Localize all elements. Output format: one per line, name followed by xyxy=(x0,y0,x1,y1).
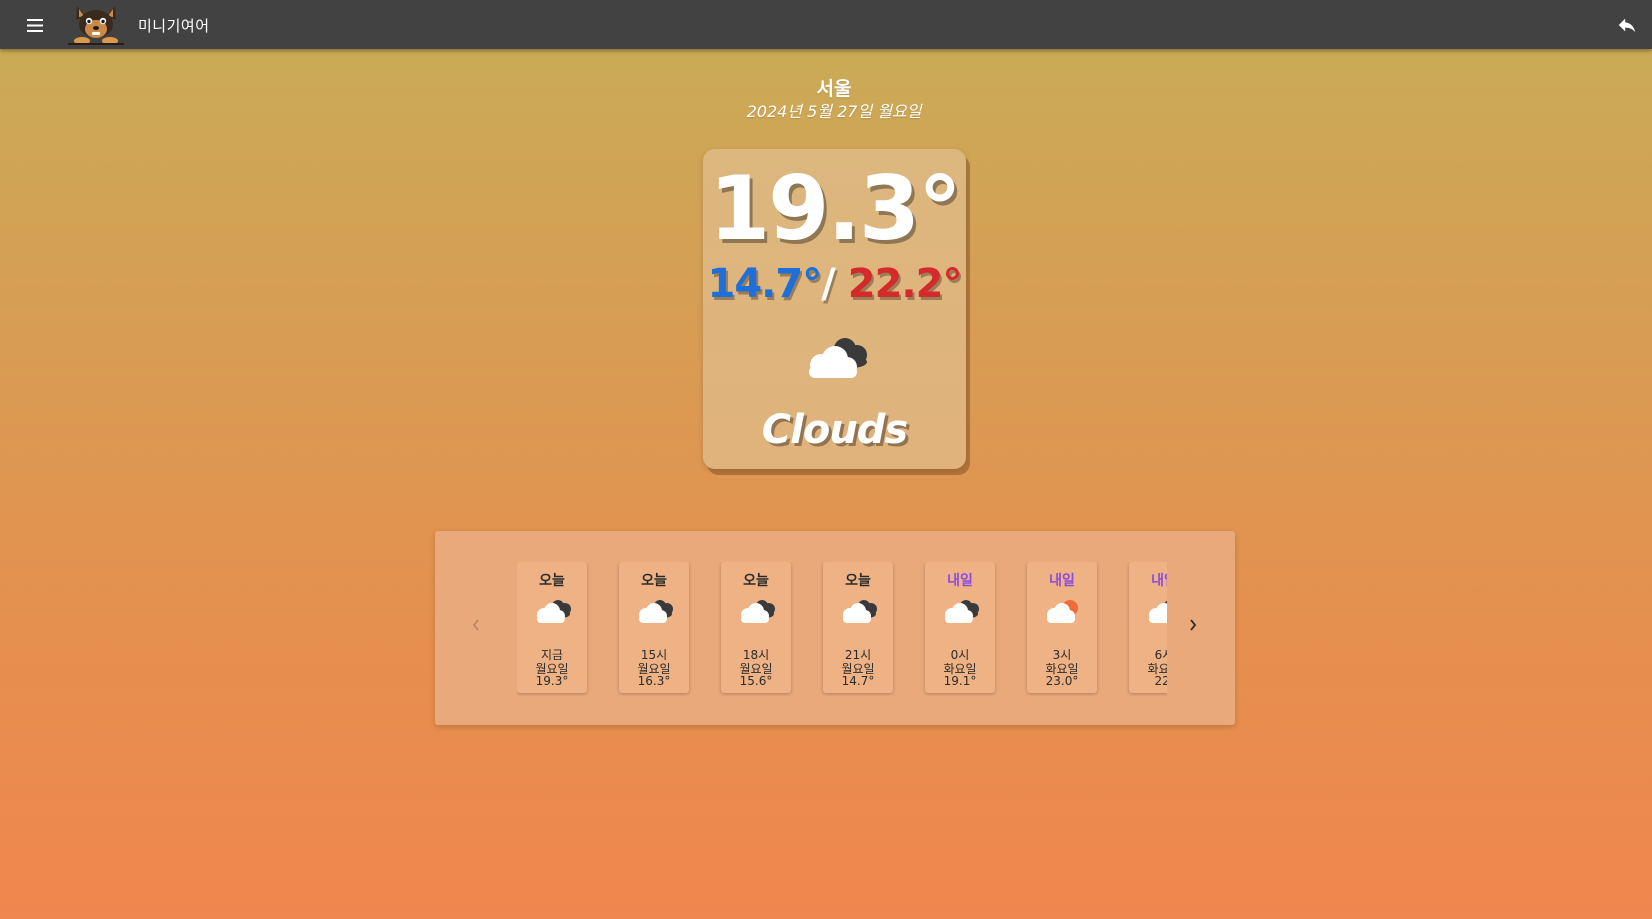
min-temperature: 14.7° xyxy=(707,261,823,307)
forecast-day: 오늘 xyxy=(641,573,667,589)
forecast-item[interactable]: 오늘 18시 월요일 15.6° xyxy=(721,562,791,693)
min-max-temperature: 14.7°/ 22.2° xyxy=(703,261,966,307)
app-title: 미니기여어 xyxy=(138,17,210,35)
temp-separator: / xyxy=(821,261,836,307)
current-date: 2024년 5월 27일 월요일 xyxy=(746,102,922,121)
partly-sunny-icon xyxy=(1047,600,1078,623)
weather-condition: Clouds xyxy=(761,407,908,453)
forecast-item[interactable]: 오늘 15시 월요일 16.3° xyxy=(619,562,689,693)
forecast-temperature: 22. xyxy=(1154,674,1167,688)
clouds-icon xyxy=(741,600,775,623)
forecast-temperature: 14.7° xyxy=(841,674,875,688)
city-name: 서울 xyxy=(816,78,852,100)
current-weather-card: 19.3° 14.7°/ 22.2° Clouds xyxy=(703,149,966,469)
clouds-icon xyxy=(809,338,867,378)
forecast-day: 오늘 xyxy=(845,573,871,589)
menu-button[interactable] xyxy=(20,12,50,38)
forecast-temperature: 19.1° xyxy=(943,674,977,688)
clouds-icon xyxy=(843,600,877,623)
dog-logo xyxy=(68,6,124,45)
clouds-icon xyxy=(945,600,979,623)
back-button[interactable] xyxy=(1616,14,1638,36)
next-button[interactable] xyxy=(1181,611,1205,639)
clouds-icon xyxy=(639,600,673,623)
clouds-icon xyxy=(1149,600,1167,623)
forecast-temperature: 23.0° xyxy=(1045,674,1079,688)
forecast-temperature: 16.3° xyxy=(637,674,671,688)
chevron-right-icon xyxy=(1190,619,1197,631)
forecast-item[interactable]: 오늘 지금 월요일 19.3° xyxy=(517,562,587,693)
current-temperature: 19.3° xyxy=(708,157,962,260)
forecast-temperature: 15.6° xyxy=(739,674,773,688)
forecast-item[interactable]: 내일 3시 화요일 23.0° xyxy=(1027,562,1097,693)
app-bar: 미니기여어 xyxy=(0,0,1652,49)
forecast-day: 내일 xyxy=(947,573,973,589)
forecast-temperature: 19.3° xyxy=(535,674,569,688)
forecast-day: 오늘 xyxy=(539,573,565,589)
menu-icon xyxy=(27,18,43,32)
forecast-strip[interactable]: 오늘 지금 월요일 19.3° 오늘 15시 월요일 16.3° 오늘 18시 … xyxy=(517,562,1167,696)
forecast-item[interactable]: 내일 6시 화요일 22. xyxy=(1129,562,1167,693)
chevron-left-icon xyxy=(472,619,479,631)
forecast-item[interactable]: 오늘 21시 월요일 14.7° xyxy=(823,562,893,693)
forecast-day: 오늘 xyxy=(743,573,769,589)
reply-icon xyxy=(1618,18,1636,33)
clouds-icon xyxy=(537,600,571,623)
forecast-day: 내일 xyxy=(1151,573,1167,589)
forecast-day: 내일 xyxy=(1049,573,1075,589)
max-temperature: 22.2° xyxy=(847,261,963,307)
forecast-item[interactable]: 내일 0시 화요일 19.1° xyxy=(925,562,995,693)
hourly-forecast-panel: 오늘 지금 월요일 19.3° 오늘 15시 월요일 16.3° 오늘 18시 … xyxy=(435,531,1235,725)
previous-button[interactable] xyxy=(464,611,488,639)
